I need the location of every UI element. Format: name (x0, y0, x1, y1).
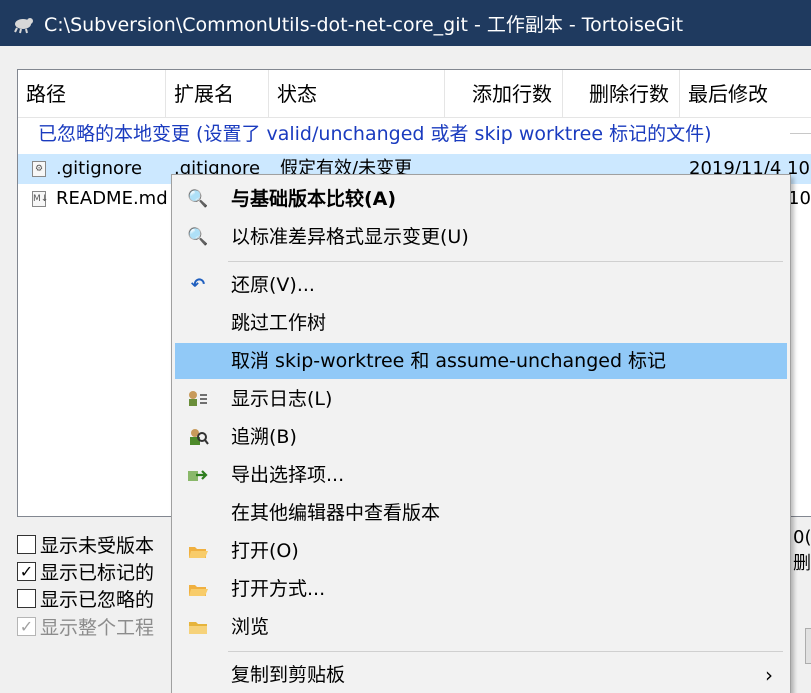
menu-item-label: 复制到剪贴板 (231, 664, 346, 686)
column-header-lines-added[interactable]: 添加行数 (445, 70, 563, 118)
checkbox-box[interactable]: ✓ (17, 561, 36, 581)
blame-icon (187, 427, 209, 447)
open-with-icon (187, 579, 209, 599)
menu-item-label: 导出选择项... (231, 464, 345, 486)
revert-icon: ↶ (190, 275, 206, 295)
menu-separator (228, 651, 783, 652)
cell-last-modified: 10: (788, 188, 811, 209)
menu-item-open-with[interactable]: 打开方式... (175, 571, 787, 607)
menu-item-label: 以标准差异格式显示变更(U) (231, 226, 469, 248)
menu-item-view-in-other-editor[interactable]: 在其他编辑器中查看版本 (175, 495, 787, 531)
menu-item-show-unified-diff[interactable]: 🔍 以标准差异格式显示变更(U) (175, 219, 787, 255)
summary-count-text: 0( (793, 527, 811, 548)
menu-item-label: 取消 skip-worktree 和 assume-unchanged 标记 (231, 350, 667, 372)
menu-item-export-selection[interactable]: 导出选择项... (175, 457, 787, 493)
menu-item-label: 在其他编辑器中查看版本 (231, 502, 441, 524)
menu-item-skip-worktree[interactable]: 跳过工作树 (175, 305, 787, 341)
tortoisegit-app-icon (14, 18, 33, 34)
menu-item-open[interactable]: 打开(O) (175, 533, 787, 569)
cell-path: README.md (56, 188, 168, 209)
open-folder-icon (187, 541, 209, 561)
checkbox-label: 显示已忽略的 (40, 588, 155, 611)
menu-item-label: 还原(V)... (231, 274, 315, 296)
context-menu: 🔍 与基础版本比较(A) 🔍 以标准差异格式显示变更(U) ↶ 还原(V)...… (171, 174, 791, 693)
checkbox-show-whole-project: ✓ 显示整个工程 (17, 613, 154, 639)
checkbox-label: 显示未受版本 (40, 534, 155, 557)
checkbox-show-marked[interactable]: ✓ 显示已标记的 (17, 558, 154, 584)
diff-unified-icon: 🔍 (187, 227, 209, 247)
checkbox-box[interactable] (17, 534, 36, 554)
column-header-status[interactable]: 状态 (269, 70, 445, 118)
menu-item-label: 浏览 (231, 616, 270, 638)
window-title: C:\Subversion\CommonUtils-dot-net-core_g… (44, 13, 684, 36)
menu-item-unset-skip-worktree[interactable]: 取消 skip-worktree 和 assume-unchanged 标记 (175, 343, 787, 379)
menu-item-label: 显示日志(L) (231, 388, 333, 410)
checkbox-box: ✓ (17, 616, 36, 636)
title-bar: C:\Subversion\CommonUtils-dot-net-core_g… (0, 0, 811, 46)
column-header-lines-deleted[interactable]: 删除行数 (563, 70, 680, 118)
group-divider (790, 133, 811, 134)
show-log-icon (187, 389, 209, 409)
explore-folder-icon (187, 617, 209, 637)
menu-item-revert[interactable]: ↶ 还原(V)... (175, 267, 787, 303)
checkbox-label: 显示整个工程 (40, 616, 155, 639)
checkbox-show-unversioned[interactable]: 显示未受版本 (17, 531, 154, 557)
submenu-arrow-icon: › (765, 663, 773, 687)
list-header: 路径 扩展名 状态 添加行数 删除行数 最后修改 (18, 70, 811, 118)
menu-item-explore[interactable]: 浏览 (175, 609, 787, 645)
settings-file-icon: ⚙ (32, 161, 46, 177)
menu-item-show-log[interactable]: 显示日志(L) (175, 381, 787, 417)
menu-item-label: 跳过工作树 (231, 312, 327, 334)
clipped-button[interactable] (805, 628, 811, 664)
markdown-file-icon: M↓ (32, 191, 48, 207)
menu-item-label: 打开(O) (231, 540, 299, 562)
checkbox-box[interactable] (17, 588, 36, 608)
summary-delete-text: 删 (793, 553, 811, 574)
column-header-last-modified[interactable]: 最后修改 (680, 70, 811, 118)
menu-separator (228, 261, 783, 262)
menu-item-blame[interactable]: 追溯(B) (175, 419, 787, 455)
menu-item-label: 与基础版本比较(A) (231, 188, 397, 210)
column-header-path[interactable]: 路径 (18, 70, 166, 118)
menu-item-compare-with-base[interactable]: 🔍 与基础版本比较(A) (175, 181, 787, 217)
checkbox-label: 显示已标记的 (40, 561, 155, 584)
cell-path: .gitignore (56, 158, 143, 179)
column-header-extension[interactable]: 扩展名 (166, 70, 269, 118)
group-header-ignored-changes[interactable]: 已忽略的本地变更 (设置了 valid/unchanged 或者 skip wo… (38, 120, 711, 148)
menu-item-label: 追溯(B) (231, 426, 297, 448)
menu-item-copy-to-clipboard[interactable]: 复制到剪贴板 › (175, 657, 787, 693)
export-icon (187, 465, 209, 485)
checkbox-show-ignored[interactable]: 显示已忽略的 (17, 585, 154, 611)
menu-item-label: 打开方式... (231, 578, 326, 600)
diff-magnifier-icon: 🔍 (187, 189, 209, 209)
